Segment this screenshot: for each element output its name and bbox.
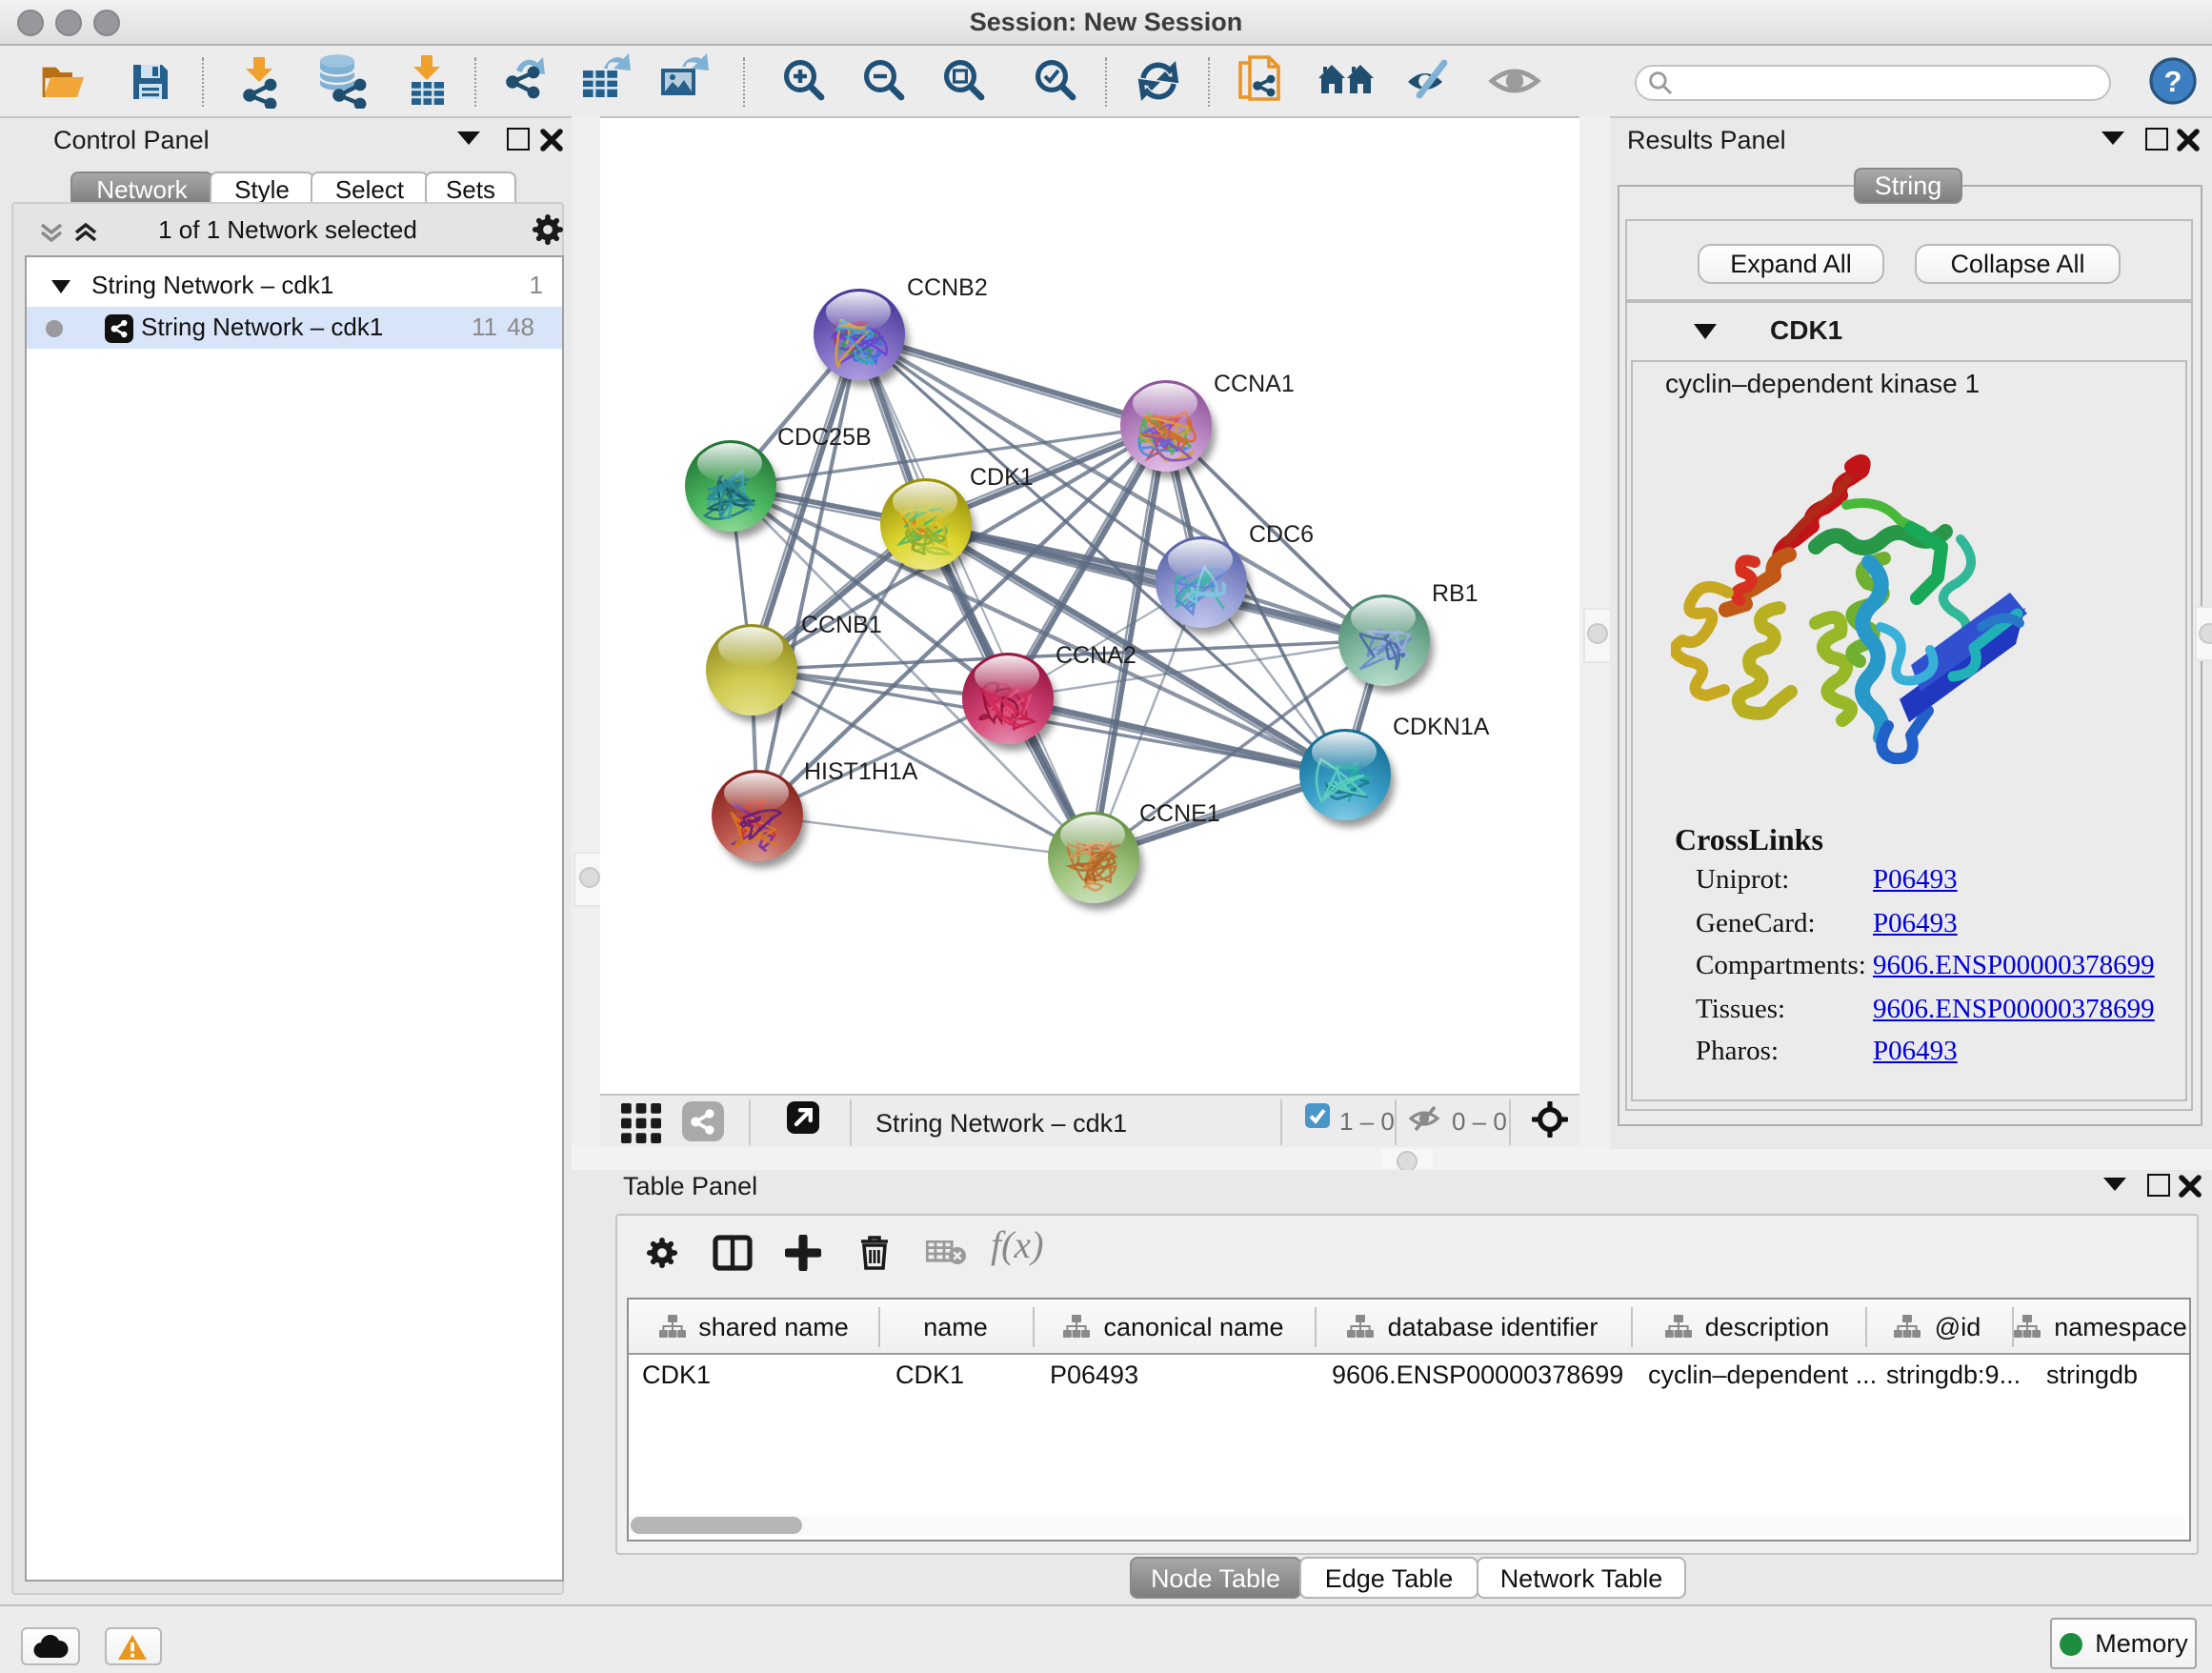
svg-text:CDC6: CDC6 <box>1249 521 1314 548</box>
svg-text:CCNA2: CCNA2 <box>1056 642 1136 669</box>
svg-text:CDKN1A: CDKN1A <box>1393 714 1490 740</box>
svg-text:?: ? <box>2164 65 2182 98</box>
svg-text:CDK1: CDK1 <box>970 464 1034 491</box>
svg-text:CCNA1: CCNA1 <box>1214 371 1295 397</box>
svg-text:RB1: RB1 <box>1432 580 1478 607</box>
svg-text:CCNB1: CCNB1 <box>801 612 882 638</box>
svg-text:CCNB2: CCNB2 <box>907 274 988 301</box>
svg-text:HIST1H1A: HIST1H1A <box>804 758 918 785</box>
svg-text:CDC25B: CDC25B <box>777 424 872 451</box>
svg-text:CCNE1: CCNE1 <box>1139 800 1220 827</box>
